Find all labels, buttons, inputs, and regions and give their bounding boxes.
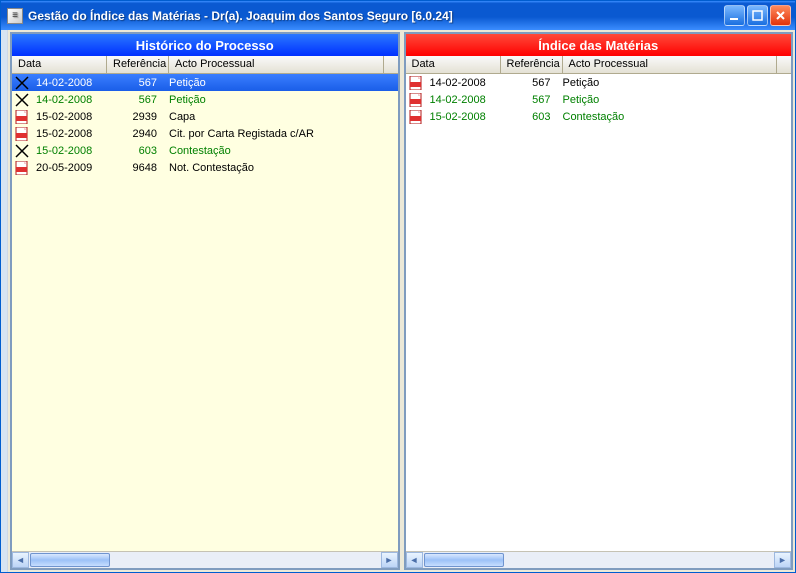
table-row[interactable]: 15-02-20082939Capa bbox=[12, 108, 398, 125]
row-icon-cell bbox=[12, 76, 32, 90]
table-row[interactable]: 15-02-2008603Contestação bbox=[406, 108, 792, 125]
grid-left: Data Referência Acto Processual 14-02-20… bbox=[12, 56, 398, 568]
col-referencia[interactable]: Referência bbox=[501, 56, 563, 73]
grid-right: Data Referência Acto Processual 14-02-20… bbox=[406, 56, 792, 568]
row-icon-cell bbox=[406, 110, 426, 124]
col-spare bbox=[777, 56, 791, 73]
row-icon-cell bbox=[12, 144, 32, 158]
pdf-icon bbox=[409, 93, 423, 107]
scroll-left-button[interactable]: ◄ bbox=[12, 552, 29, 568]
cell-data: 15-02-2008 bbox=[426, 111, 501, 123]
cell-data: 20-05-2009 bbox=[32, 162, 107, 174]
cell-acto: Capa bbox=[165, 111, 398, 123]
hscroll-right[interactable]: ◄ ► bbox=[406, 551, 792, 568]
panel-historico: Histórico do Processo Data Referência Ac… bbox=[10, 32, 400, 570]
table-row[interactable]: 20-05-20099648Not. Contestação bbox=[12, 159, 398, 176]
minimize-icon bbox=[729, 10, 740, 21]
pen-x-icon bbox=[15, 76, 29, 90]
client-area: Histórico do Processo Data Referência Ac… bbox=[1, 30, 795, 572]
scroll-thumb[interactable] bbox=[424, 553, 504, 567]
grid-header-left[interactable]: Data Referência Acto Processual bbox=[12, 56, 398, 74]
left-gutter bbox=[1, 30, 8, 572]
row-icon-cell bbox=[12, 161, 32, 175]
col-acto[interactable]: Acto Processual bbox=[169, 56, 384, 73]
cell-data: 14-02-2008 bbox=[426, 94, 501, 106]
app-icon: ≡ bbox=[7, 8, 23, 24]
cell-referencia: 567 bbox=[501, 94, 559, 106]
scroll-right-button[interactable]: ► bbox=[774, 552, 791, 568]
col-data[interactable]: Data bbox=[406, 56, 501, 73]
row-icon-cell bbox=[12, 110, 32, 124]
scroll-track[interactable] bbox=[29, 552, 381, 568]
cell-data: 14-02-2008 bbox=[32, 94, 107, 106]
row-icon-cell bbox=[12, 93, 32, 107]
col-referencia[interactable]: Referência bbox=[107, 56, 169, 73]
table-row[interactable]: 14-02-2008567Petição bbox=[406, 91, 792, 108]
panel-header-left: Histórico do Processo bbox=[12, 34, 398, 56]
minimize-button[interactable] bbox=[724, 5, 745, 26]
cell-acto: Cit. por Carta Registada c/AR bbox=[165, 128, 398, 140]
row-icon-cell bbox=[406, 93, 426, 107]
cell-acto: Petição bbox=[165, 77, 398, 89]
grid-body-right[interactable]: 14-02-2008567Petição14-02-2008567Petição… bbox=[406, 74, 792, 551]
cell-referencia: 9648 bbox=[107, 162, 165, 174]
row-icon-cell bbox=[12, 127, 32, 141]
maximize-button[interactable] bbox=[747, 5, 768, 26]
close-button[interactable] bbox=[770, 5, 791, 26]
table-row[interactable]: 15-02-2008603Contestação bbox=[12, 142, 398, 159]
scroll-right-button[interactable]: ► bbox=[381, 552, 398, 568]
grid-body-left[interactable]: 14-02-2008567Petição14-02-2008567Petição… bbox=[12, 74, 398, 551]
cell-referencia: 2939 bbox=[107, 111, 165, 123]
pdf-icon bbox=[409, 110, 423, 124]
panel-header-right: Índice das Matérias bbox=[406, 34, 792, 56]
pdf-icon bbox=[15, 161, 29, 175]
pen-x-icon bbox=[15, 144, 29, 158]
close-icon bbox=[775, 10, 786, 21]
table-row[interactable]: 15-02-20082940Cit. por Carta Registada c… bbox=[12, 125, 398, 142]
col-data[interactable]: Data bbox=[12, 56, 107, 73]
row-icon-cell bbox=[406, 76, 426, 90]
table-row[interactable]: 14-02-2008567Petição bbox=[12, 91, 398, 108]
col-spare bbox=[384, 56, 398, 73]
cell-referencia: 603 bbox=[501, 111, 559, 123]
cell-referencia: 567 bbox=[107, 77, 165, 89]
cell-referencia: 567 bbox=[107, 94, 165, 106]
titlebar[interactable]: ≡ Gestão do Índice das Matérias - Dr(a).… bbox=[1, 1, 795, 30]
col-acto[interactable]: Acto Processual bbox=[563, 56, 778, 73]
cell-acto: Not. Contestação bbox=[165, 162, 398, 174]
cell-acto: Contestação bbox=[165, 145, 398, 157]
app-window: ≡ Gestão do Índice das Matérias - Dr(a).… bbox=[0, 0, 796, 573]
pdf-icon bbox=[15, 110, 29, 124]
cell-acto: Contestação bbox=[559, 111, 792, 123]
cell-data: 14-02-2008 bbox=[32, 77, 107, 89]
pdf-icon bbox=[409, 76, 423, 90]
cell-referencia: 567 bbox=[501, 77, 559, 89]
cell-data: 15-02-2008 bbox=[32, 111, 107, 123]
cell-data: 14-02-2008 bbox=[426, 77, 501, 89]
cell-data: 15-02-2008 bbox=[32, 128, 107, 140]
table-row[interactable]: 14-02-2008567Petição bbox=[406, 74, 792, 91]
scroll-left-button[interactable]: ◄ bbox=[406, 552, 423, 568]
cell-referencia: 603 bbox=[107, 145, 165, 157]
cell-acto: Petição bbox=[559, 94, 792, 106]
hscroll-left[interactable]: ◄ ► bbox=[12, 551, 398, 568]
scroll-track[interactable] bbox=[423, 552, 775, 568]
pen-x-icon bbox=[15, 93, 29, 107]
scroll-thumb[interactable] bbox=[30, 553, 110, 567]
maximize-icon bbox=[752, 10, 763, 21]
cell-acto: Petição bbox=[559, 77, 792, 89]
cell-data: 15-02-2008 bbox=[32, 145, 107, 157]
cell-referencia: 2940 bbox=[107, 128, 165, 140]
table-row[interactable]: 14-02-2008567Petição bbox=[12, 74, 398, 91]
window-title: Gestão do Índice das Matérias - Dr(a). J… bbox=[28, 9, 453, 23]
cell-acto: Petição bbox=[165, 94, 398, 106]
pdf-icon bbox=[15, 127, 29, 141]
grid-header-right[interactable]: Data Referência Acto Processual bbox=[406, 56, 792, 74]
panel-indice: Índice das Matérias Data Referência Acto… bbox=[404, 32, 794, 570]
